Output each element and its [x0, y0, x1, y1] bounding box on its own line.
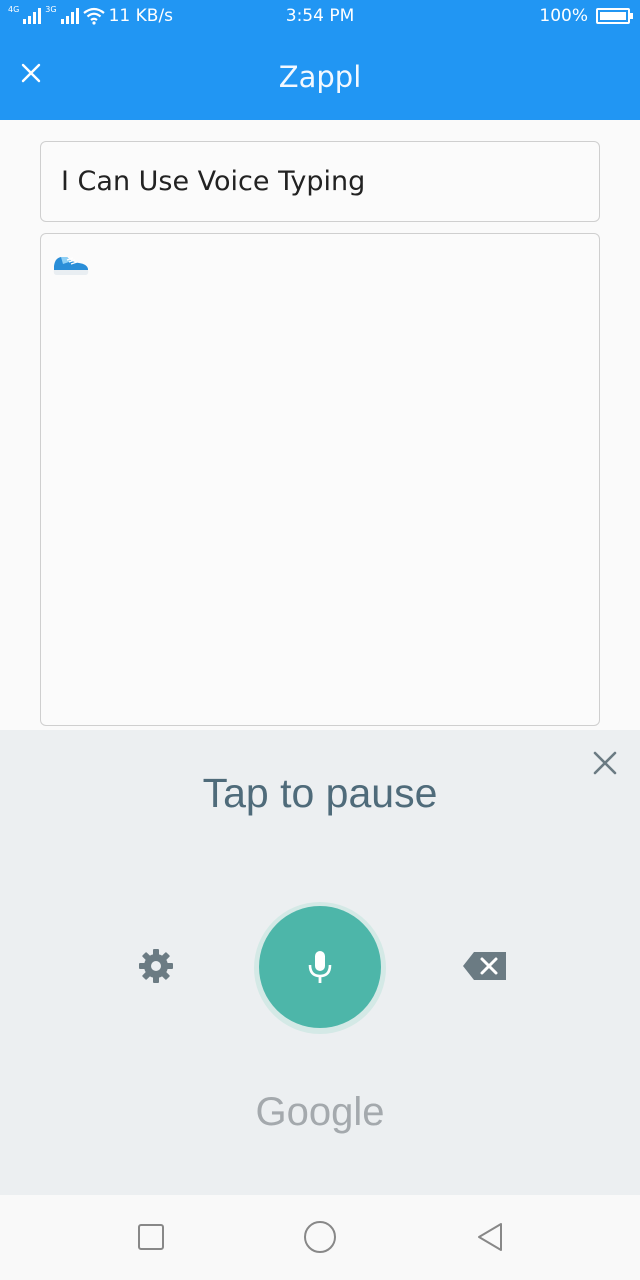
- app-bar: Zappl: [0, 34, 640, 120]
- system-nav-bar: [0, 1195, 640, 1280]
- settings-gear-icon: [139, 949, 173, 983]
- back-triangle-icon: [478, 1223, 502, 1251]
- google-logo: Google: [255, 1090, 385, 1134]
- post-title-field[interactable]: I Can Use Voice Typing: [40, 141, 600, 222]
- status-bar: 4G 3G 11 KB/s 3:54 PM 100%: [0, 0, 640, 34]
- battery-icon: [596, 8, 633, 24]
- post-title-text[interactable]: I Can Use Voice Typing: [61, 166, 365, 197]
- back-button[interactable]: [470, 1217, 510, 1257]
- home-button[interactable]: [300, 1217, 340, 1257]
- battery-percent: 100%: [539, 6, 588, 26]
- voice-input-panel: Tap to pause Google: [0, 730, 640, 1195]
- recent-apps-square-icon: [138, 1224, 164, 1250]
- microphone-button[interactable]: [259, 906, 381, 1028]
- microphone-icon: [308, 951, 332, 983]
- voice-prompt[interactable]: Tap to pause: [0, 770, 640, 817]
- backspace-button[interactable]: [462, 950, 508, 982]
- voice-settings-button[interactable]: [136, 946, 176, 986]
- post-body-field[interactable]: [40, 233, 600, 726]
- shoe-icon: [53, 257, 89, 275]
- status-right: 100%: [539, 6, 633, 26]
- app-title: Zappl: [278, 60, 362, 94]
- backspace-icon: [463, 952, 506, 980]
- home-circle-icon: [304, 1221, 336, 1253]
- recent-apps-button[interactable]: [131, 1217, 171, 1257]
